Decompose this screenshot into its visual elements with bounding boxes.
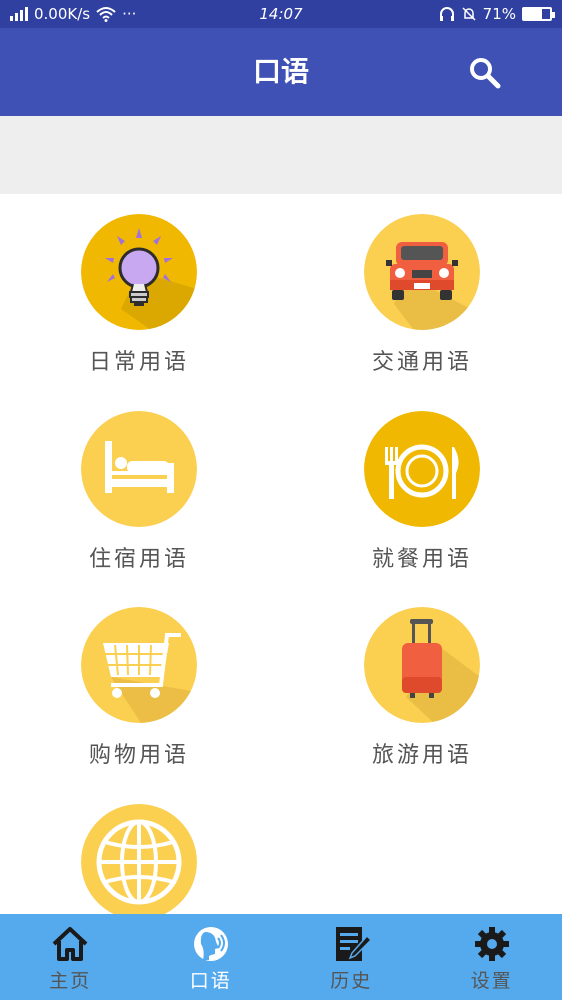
network-speed: 0.00K/s [34, 5, 91, 23]
home-icon [52, 927, 88, 961]
lightbulb-icon [81, 214, 197, 330]
category-dining[interactable]: 就餐用语 [322, 391, 522, 581]
signal-icon [10, 7, 28, 21]
wifi-icon [96, 7, 116, 22]
category-icon-circle [81, 607, 197, 723]
status-right: 71% [439, 5, 555, 23]
bed-icon [81, 411, 197, 527]
nav-settings[interactable]: 设置 [422, 914, 562, 1000]
category-world[interactable] [39, 784, 239, 914]
battery-percent: 71% [482, 5, 516, 23]
headphones-icon [439, 7, 454, 21]
category-travel[interactable]: 旅游用语 [322, 587, 522, 777]
category-label: 旅游用语 [371, 743, 472, 768]
category-label: 购物用语 [88, 743, 189, 768]
gear-icon [474, 927, 509, 961]
nav-home[interactable]: 主页 [0, 914, 141, 1000]
category-icon-circle [364, 214, 480, 330]
category-icon-circle [364, 411, 480, 527]
category-lodging[interactable]: 住宿用语 [39, 391, 239, 581]
search-icon [470, 58, 501, 89]
more-notifications: ··· [122, 5, 137, 23]
speaking-icon [193, 927, 228, 961]
status-left: 0.00K/s ··· [10, 5, 136, 23]
category-icon-circle [364, 607, 480, 723]
history-icon [336, 927, 372, 961]
plate-cutlery-icon [364, 411, 480, 527]
category-shopping[interactable]: 购物用语 [39, 587, 239, 777]
banner-area [0, 116, 562, 194]
mute-bell-icon [462, 7, 476, 21]
bottom-nav: 主页 口语 历史 设置 [0, 914, 562, 1000]
category-label: 日常用语 [88, 350, 189, 375]
category-icon-circle [81, 214, 197, 330]
nav-label: 历史 [330, 970, 373, 992]
nav-label: 口语 [189, 970, 232, 992]
shopping-cart-icon [81, 607, 197, 723]
app-bar: 口语 [0, 28, 562, 116]
nav-history[interactable]: 历史 [281, 914, 422, 1000]
category-label: 交通用语 [371, 350, 472, 375]
category-transport[interactable]: 交通用语 [322, 194, 522, 384]
category-daily[interactable]: 日常用语 [39, 194, 239, 384]
category-icon-circle [81, 804, 197, 914]
suitcase-icon [364, 607, 480, 723]
search-button[interactable] [468, 56, 502, 90]
status-bar: 0.00K/s ··· 14:07 71% [0, 0, 562, 28]
category-label: 住宿用语 [88, 547, 189, 572]
globe-icon [81, 804, 197, 914]
category-grid: 日常用语 交通用语 住宿用语 就餐用语 购物用语 旅游用语 [0, 194, 562, 914]
battery-fill [524, 9, 543, 19]
nav-label: 设置 [470, 970, 513, 992]
battery-icon [522, 7, 555, 21]
car-icon [364, 214, 480, 330]
nav-speaking[interactable]: 口语 [141, 914, 282, 1000]
category-icon-circle [81, 411, 197, 527]
category-label: 就餐用语 [371, 547, 472, 572]
nav-label: 主页 [49, 970, 92, 992]
